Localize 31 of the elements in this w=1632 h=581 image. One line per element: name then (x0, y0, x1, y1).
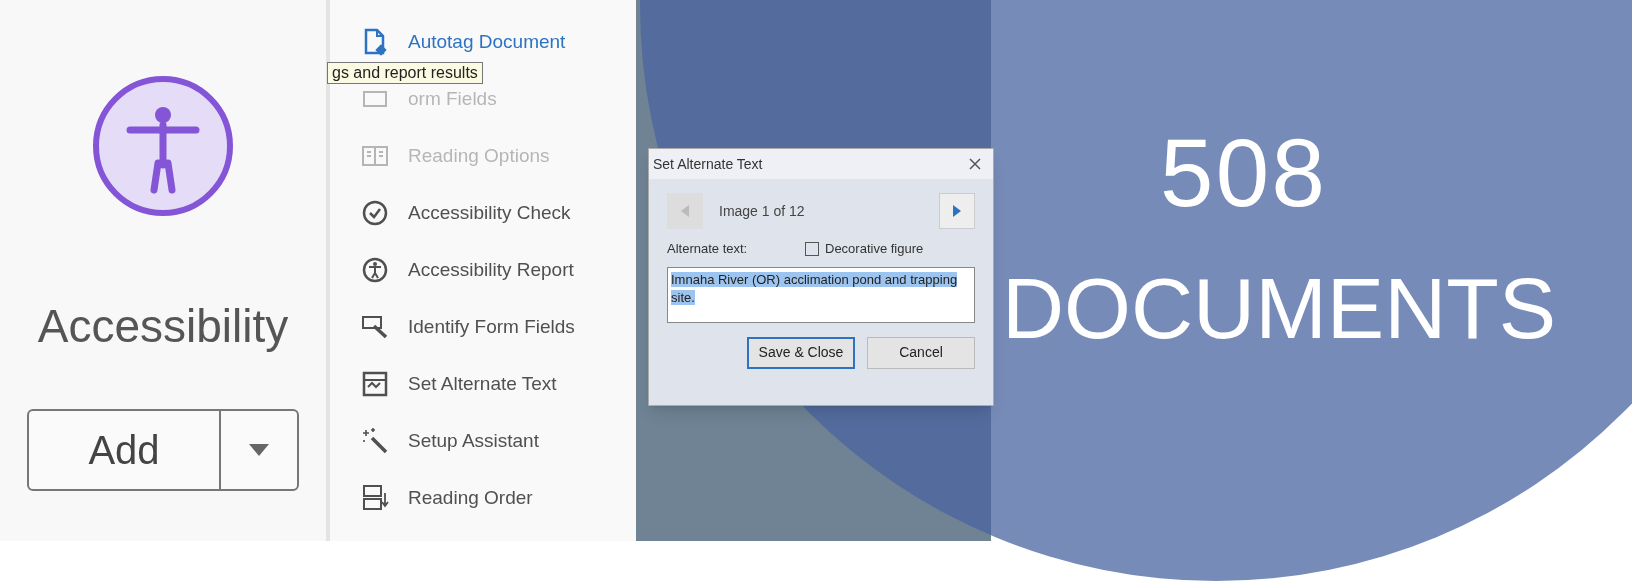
image-counter: Image 1 of 12 (719, 201, 806, 221)
tool-icon[interactable] (360, 426, 390, 456)
dialog-title: Set Alternate Text (653, 154, 763, 174)
tool-item[interactable]: Accessibility Report (408, 255, 574, 285)
alt-text-field[interactable]: Imnaha River (OR) acclimation pond and trapping site. (667, 266, 975, 323)
panel-title: Accessibility (37, 299, 289, 354)
tool-item[interactable]: Set Alternate Text (408, 369, 557, 399)
caret-icon[interactable] (249, 444, 269, 456)
close-icon[interactable] (969, 158, 981, 170)
tool-icon[interactable] (360, 198, 390, 228)
tool-item[interactable]: Accessibility Check (408, 198, 571, 228)
right-arrow-icon[interactable] (953, 205, 961, 217)
dialog-button[interactable]: Save & Close (747, 336, 855, 369)
tool-item[interactable]: Setup Assistant (408, 426, 539, 456)
tool-icon[interactable] (360, 483, 390, 513)
tooltip: gs and report results (327, 62, 483, 84)
tool-icon[interactable] (360, 369, 390, 399)
tool-item[interactable]: Identify Form Fields (408, 312, 575, 342)
next-button[interactable] (939, 193, 975, 229)
banner-heading: DOCUMENTS (1002, 265, 1557, 351)
checkbox[interactable] (805, 241, 819, 256)
checkbox-label[interactable]: Decorative figure (825, 239, 924, 259)
tool-item[interactable]: Reading Order (408, 483, 533, 513)
add-split-button[interactable]: Add (27, 409, 299, 491)
tool-item[interactable]: Autotag Document (408, 27, 566, 57)
banner-number: 508 (1160, 125, 1328, 221)
tool-icon[interactable] (360, 255, 390, 285)
accessibility-icon (92, 75, 234, 217)
dialog-button[interactable]: Cancel (867, 336, 975, 369)
field-label: Alternate text: (667, 240, 749, 258)
add-button-label[interactable]: Add (29, 411, 219, 489)
